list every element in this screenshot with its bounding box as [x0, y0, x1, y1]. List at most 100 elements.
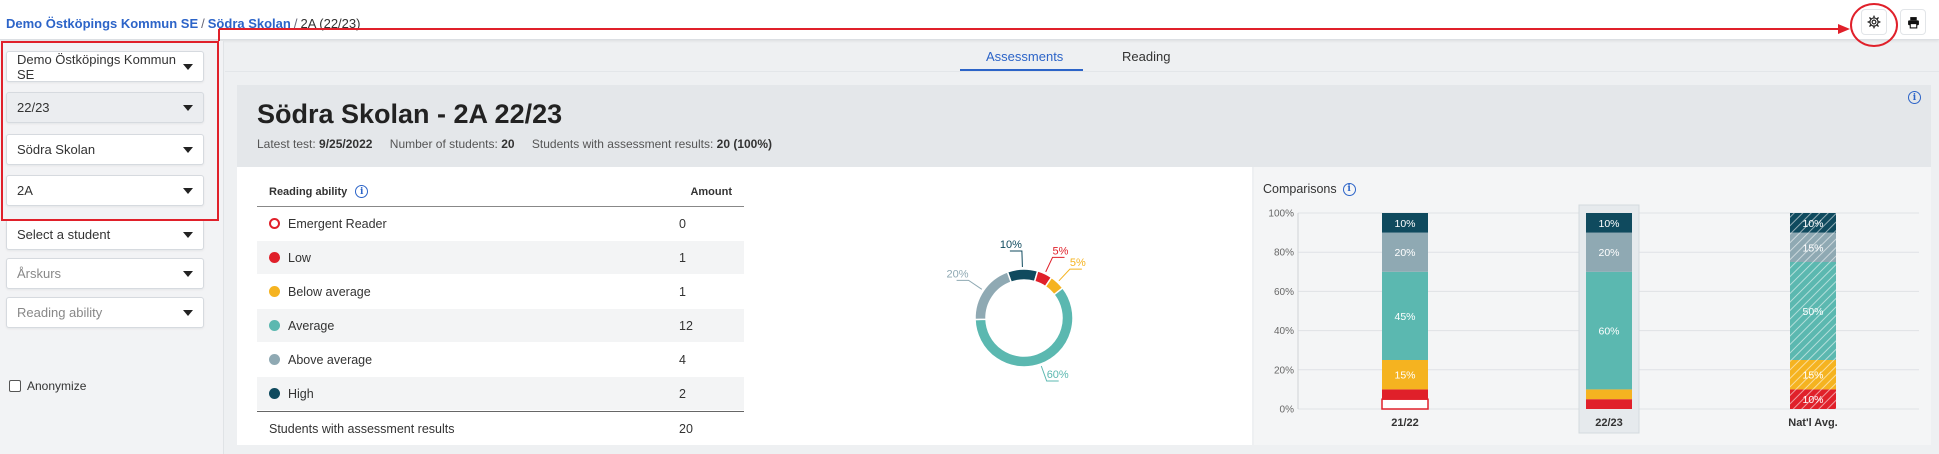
col-reading-ability: Reading ability	[269, 185, 348, 198]
breadcrumb-org-link[interactable]: Demo Östköpings Kommun SE	[6, 16, 198, 31]
breadcrumb-separator: /	[293, 16, 298, 31]
legend-dot-icon	[269, 320, 280, 331]
top-bar: Demo Östköpings Kommun SE / Södra Skolan/2…	[0, 0, 1939, 40]
bar-segment[interactable]	[1586, 399, 1632, 409]
row-label: Low	[288, 250, 311, 265]
row-label: Above average	[288, 352, 373, 367]
student-select[interactable]: Select a student	[6, 219, 204, 250]
donut-leader-line	[1009, 250, 1023, 268]
row-amount: 0	[679, 216, 686, 231]
grade-select[interactable]: Årskurs	[6, 258, 204, 289]
bar-segment-label: 45%	[1394, 311, 1415, 323]
y-tick-label: 0%	[1280, 405, 1295, 416]
breadcrumb-separator: /	[201, 16, 205, 31]
row-label-cell: High	[257, 387, 679, 401]
y-tick-label: 40%	[1274, 326, 1294, 337]
table-row: High 2	[257, 377, 744, 411]
printer-icon	[1907, 16, 1919, 28]
bar-segment-label: 15%	[1802, 242, 1823, 254]
row-amount: 1	[679, 250, 686, 265]
results-value: 20 (100%)	[716, 137, 773, 151]
row-label: Average	[288, 318, 335, 333]
table-row: Low 1	[257, 241, 744, 275]
caret-down-icon	[183, 270, 193, 277]
tab-reading[interactable]: Reading	[1122, 49, 1170, 64]
info-icon[interactable]: i	[1908, 91, 1921, 104]
donut-slice-label: 60%	[1047, 369, 1069, 381]
row-label: Below average	[288, 284, 371, 299]
bar-segment-label: 10%	[1394, 218, 1415, 230]
student-select-value: Select a student	[17, 227, 111, 242]
table-footer: Students with assessment results 20	[257, 411, 744, 445]
students-label: Number of students:	[389, 137, 498, 151]
row-amount: 4	[679, 352, 686, 367]
reading-ability-table: Reading ability i Amount Emergent Reader 0…	[257, 177, 744, 445]
bar-segment-label: 10%	[1802, 218, 1823, 230]
footer-label: Students with assessment results	[269, 421, 455, 436]
bar-segment[interactable]	[1382, 389, 1428, 400]
donut-slice[interactable]	[1006, 268, 1039, 284]
active-tab-indicator	[960, 69, 1083, 71]
donut-slice-label: 5%	[1053, 245, 1069, 257]
row-amount: 2	[679, 386, 686, 401]
table-row: Below average 1	[257, 275, 744, 309]
row-amount: 1	[679, 284, 686, 299]
info-icon[interactable]: i	[355, 185, 369, 198]
report-meta: Latest test: 9/25/2022 Number of student…	[257, 137, 772, 151]
row-label-cell: Above average	[257, 353, 679, 367]
bar-segment-label: 20%	[1394, 247, 1415, 259]
anonymize-checkbox[interactable]	[9, 380, 21, 392]
anonymize-label: Anonymize	[27, 379, 87, 393]
legend-dot-icon	[269, 218, 280, 229]
bar-segment-label: 60%	[1598, 326, 1619, 338]
caret-down-icon	[183, 309, 193, 316]
students-value: 20	[501, 137, 515, 151]
tab-assessments[interactable]: Assessments	[986, 49, 1063, 64]
row-label-cell: Emergent Reader	[257, 217, 679, 231]
y-tick-label: 60%	[1274, 287, 1294, 298]
row-label-cell: Low	[257, 251, 679, 265]
donut-leader-line	[1058, 268, 1082, 282]
row-amount: 12	[679, 318, 693, 333]
table-row: Above average 4	[257, 343, 744, 377]
bar-segment-label: 50%	[1802, 306, 1823, 318]
donut-slice-label: 20%	[947, 268, 969, 280]
bar-segment-label: 15%	[1394, 370, 1415, 382]
annotation-highlight-circle	[1850, 3, 1898, 47]
donut-slice-label: 10%	[1000, 239, 1022, 251]
donut-leader-line	[956, 279, 983, 290]
footer-amount: 20	[679, 421, 693, 436]
tabs-divider	[225, 71, 1939, 72]
legend-dot-icon	[269, 286, 280, 297]
bar-segment-label: 15%	[1802, 370, 1823, 382]
table-header: Reading ability i Amount	[257, 177, 744, 207]
row-label: Emergent Reader	[288, 216, 387, 231]
bar-segment[interactable]	[1586, 389, 1632, 400]
bar-segment-label: 10%	[1802, 394, 1823, 406]
anonymize-toggle[interactable]: Anonymize	[9, 379, 86, 393]
print-button[interactable]	[1900, 9, 1926, 35]
row-label: High	[288, 386, 314, 401]
annotation-highlight-box	[1, 41, 219, 221]
row-label-cell: Average	[257, 319, 679, 333]
legend-dot-icon	[269, 354, 280, 365]
latest-test-label: Latest test:	[257, 137, 316, 151]
donut-slice-label: 5%	[1070, 257, 1086, 269]
legend-dot-icon	[269, 388, 280, 399]
reading-ability-panel: Reading ability i Amount Emergent Reader 0…	[237, 167, 1252, 445]
bar-segment[interactable]	[1381, 398, 1429, 410]
caret-down-icon	[183, 231, 193, 238]
page-title: Södra Skolan - 2A 22/23	[257, 99, 563, 129]
x-category-label: Nat'l Avg.	[1788, 417, 1837, 429]
donut-leader-line	[1045, 256, 1065, 273]
donut-slice[interactable]	[974, 270, 1013, 321]
legend-dot-icon	[269, 252, 280, 263]
comparisons-panel: Comparisons i 0% 20% 40% 60% 80% 100% 15% 45% 20%…	[1254, 167, 1931, 445]
col-amount: Amount	[690, 185, 732, 198]
table-row: Emergent Reader 0	[257, 207, 744, 241]
breadcrumb-school-link[interactable]: Södra Skolan	[208, 16, 291, 31]
donut-chart: 10% 5%5% 60% 20%	[947, 239, 1086, 382]
x-category-label: 22/23	[1595, 417, 1623, 429]
reading-ability-select[interactable]: Reading ability	[6, 297, 204, 328]
grade-select-value: Årskurs	[17, 266, 62, 281]
